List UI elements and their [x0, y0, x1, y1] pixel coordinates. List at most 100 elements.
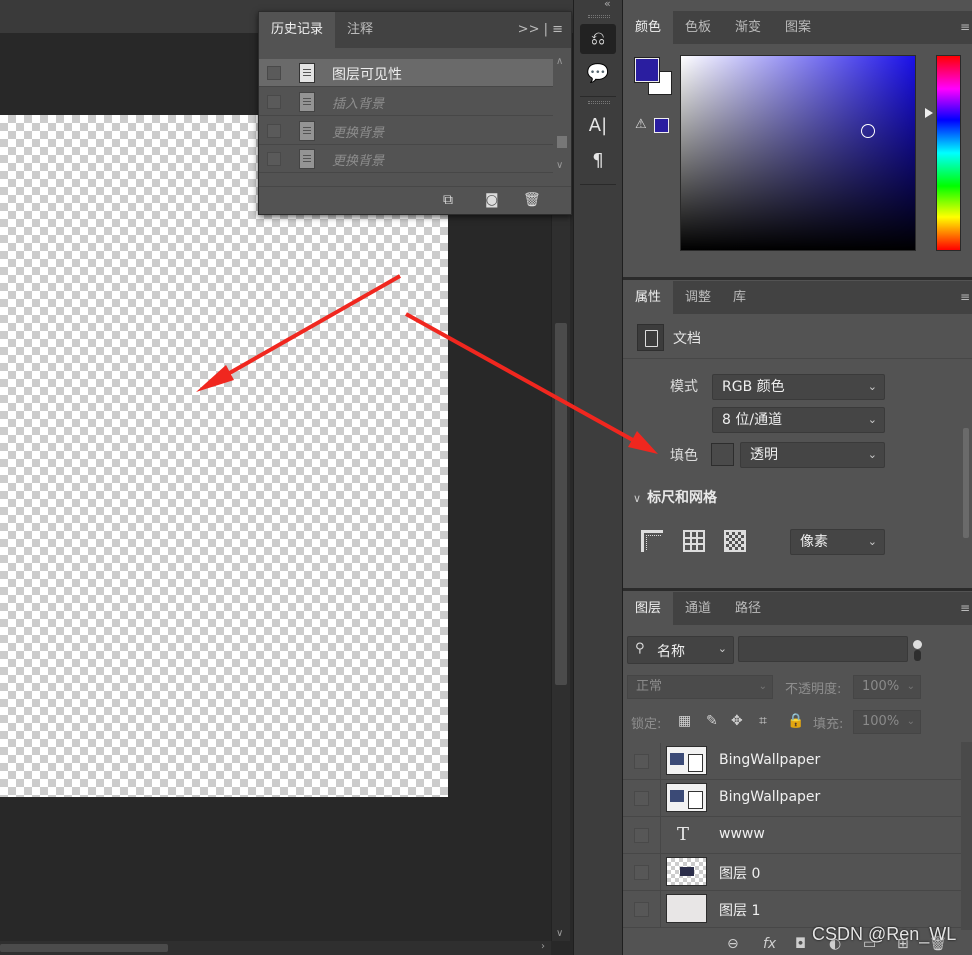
- layer-visibility-toggle[interactable]: [634, 754, 649, 769]
- lock-all-icon[interactable]: 🔒: [787, 713, 804, 729]
- layer-visibility-toggle[interactable]: [634, 791, 649, 806]
- history-scroll-thumb[interactable]: [557, 136, 567, 148]
- filter-toggle-icon[interactable]: [913, 640, 922, 649]
- collapse-panels-icon[interactable]: «: [604, 0, 611, 10]
- hue-slider-marker[interactable]: [925, 108, 933, 118]
- panel-menu-icon[interactable]: ≡: [960, 592, 970, 625]
- tab-gradients[interactable]: 渐变: [723, 11, 773, 44]
- tab-layers[interactable]: 图层: [623, 592, 674, 625]
- strip-separator: [580, 96, 616, 97]
- history-state[interactable]: 更换背景: [259, 117, 553, 145]
- layer-visibility-toggle[interactable]: [634, 828, 649, 843]
- layer-visibility-toggle[interactable]: [634, 865, 649, 880]
- grid-icon[interactable]: [683, 530, 705, 552]
- snapshot-camera-icon[interactable]: ◙: [485, 192, 499, 208]
- foreground-color-swatch[interactable]: [634, 57, 660, 83]
- canvas-vertical-scrollbar[interactable]: ∨: [551, 213, 570, 941]
- trash-icon[interactable]: 🗑: [523, 192, 541, 208]
- blend-mode-dropdown[interactable]: 正常 ⌄: [627, 675, 773, 699]
- fill-color-swatch[interactable]: [711, 443, 734, 466]
- layer-name[interactable]: 图层 0: [719, 863, 760, 883]
- layer-name[interactable]: wwww: [719, 826, 765, 842]
- strip-grip[interactable]: [588, 15, 610, 18]
- strip-grip[interactable]: [588, 101, 610, 104]
- layer-search-input[interactable]: [738, 636, 908, 662]
- link-icon[interactable]: ⊖: [727, 936, 739, 952]
- hue-slider[interactable]: [936, 55, 961, 251]
- color-mode-dropdown[interactable]: RGB 颜色 ⌄: [712, 374, 885, 400]
- history-brush-source-checkbox[interactable]: [267, 95, 281, 109]
- tab-properties[interactable]: 属性: [623, 281, 674, 314]
- properties-scrollbar[interactable]: [961, 360, 971, 550]
- layer-row[interactable]: 图层 1: [623, 891, 961, 928]
- history-scrollbar[interactable]: ∧ ∨: [555, 56, 569, 182]
- rulers-grids-section-header[interactable]: ∨ 标尺和网格: [633, 487, 717, 507]
- lock-artboard-icon[interactable]: ⌗: [759, 713, 767, 729]
- canvas-horizontal-scrollbar[interactable]: ›: [0, 941, 551, 955]
- tab-notes[interactable]: 注释: [335, 12, 385, 48]
- ruler-icon[interactable]: [641, 530, 663, 552]
- tab-libraries[interactable]: 库: [721, 281, 758, 314]
- websafe-color-swatch[interactable]: [654, 118, 669, 133]
- color-saturation-field[interactable]: [680, 55, 916, 251]
- opacity-field[interactable]: 100% ⌄: [853, 675, 921, 699]
- history-state[interactable]: 更换背景: [259, 145, 553, 173]
- tab-color[interactable]: 颜色: [623, 11, 674, 44]
- out-of-gamut-warning-icon[interactable]: ⚠: [635, 117, 647, 132]
- tab-adjustments[interactable]: 调整: [673, 281, 723, 314]
- history-brush-source-checkbox[interactable]: [267, 66, 281, 80]
- tab-swatches[interactable]: 色板: [673, 11, 723, 44]
- new-document-from-state-icon[interactable]: ⧉: [443, 192, 453, 208]
- opacity-value: 100%: [862, 679, 900, 694]
- layer-row[interactable]: 图层 0: [623, 854, 961, 891]
- layer-filter-type-dropdown[interactable]: ⚲ 名称 ⌄: [627, 636, 734, 664]
- layer-filter-value: 名称: [657, 644, 685, 660]
- scroll-down-icon[interactable]: ∨: [556, 928, 563, 939]
- mask-icon[interactable]: ◘: [795, 936, 806, 952]
- properties-scroll-thumb[interactable]: [963, 428, 969, 538]
- panel-menu-icon[interactable]: ≡: [960, 11, 970, 44]
- fill-dropdown[interactable]: 透明 ⌄: [740, 442, 885, 468]
- lock-image-pixels-icon[interactable]: ✎: [706, 713, 718, 729]
- color-picker-marker[interactable]: [861, 124, 875, 138]
- chevron-down-icon[interactable]: ⌄: [907, 676, 915, 698]
- history-state[interactable]: 图层可见性: [259, 59, 553, 87]
- tab-paths[interactable]: 路径: [723, 592, 773, 625]
- scroll-right-icon[interactable]: ›: [541, 941, 545, 952]
- layer-row[interactable]: BingWallpaper: [623, 743, 961, 780]
- scroll-up-icon[interactable]: ∧: [556, 56, 563, 67]
- bit-depth-dropdown[interactable]: 8 位/通道 ⌄: [712, 407, 885, 433]
- fx-icon[interactable]: fx: [763, 936, 776, 952]
- document-canvas-transparent[interactable]: [0, 115, 448, 797]
- layer-row[interactable]: BingWallpaper: [623, 780, 961, 817]
- vertical-scroll-thumb[interactable]: [555, 323, 567, 685]
- history-state[interactable]: 插入背景: [259, 88, 553, 116]
- layer-visibility-toggle[interactable]: [634, 902, 649, 917]
- comment-panel-icon[interactable]: 💬: [580, 59, 616, 89]
- ruler-unit-dropdown[interactable]: 像素 ⌄: [790, 529, 885, 555]
- horizontal-scroll-thumb[interactable]: [0, 944, 168, 952]
- character-panel-icon[interactable]: A|: [580, 111, 616, 141]
- history-brush-source-checkbox[interactable]: [267, 124, 281, 138]
- layer-name[interactable]: BingWallpaper: [719, 789, 820, 805]
- scroll-down-icon[interactable]: ∨: [556, 160, 563, 171]
- tab-history[interactable]: 历史记录: [259, 12, 336, 48]
- layer-row[interactable]: T wwww: [623, 817, 961, 854]
- fill-opacity-field[interactable]: 100% ⌄: [853, 710, 921, 734]
- tab-patterns[interactable]: 图案: [773, 11, 823, 44]
- history-brush-source-checkbox[interactable]: [267, 152, 281, 166]
- history-panel-icon[interactable]: ⎌: [580, 24, 616, 54]
- layer-name[interactable]: BingWallpaper: [719, 752, 820, 768]
- fg-bg-swatches[interactable]: [634, 57, 675, 98]
- tab-channels[interactable]: 通道: [673, 592, 723, 625]
- lock-transparent-pixels-icon[interactable]: ▦: [678, 713, 691, 729]
- pixel-grid-icon[interactable]: [724, 530, 746, 552]
- paragraph-panel-icon[interactable]: ¶: [580, 146, 616, 176]
- panel-menu-icon[interactable]: ≡: [960, 281, 970, 314]
- panel-menu-icon[interactable]: >> | ≡: [518, 12, 563, 48]
- chevron-down-icon[interactable]: ⌄: [907, 711, 915, 733]
- layers-scrollbar[interactable]: [961, 742, 972, 930]
- layer-name[interactable]: 图层 1: [719, 900, 760, 920]
- lock-position-icon[interactable]: ✥: [731, 713, 743, 729]
- filter-toggle-switch[interactable]: [914, 650, 921, 661]
